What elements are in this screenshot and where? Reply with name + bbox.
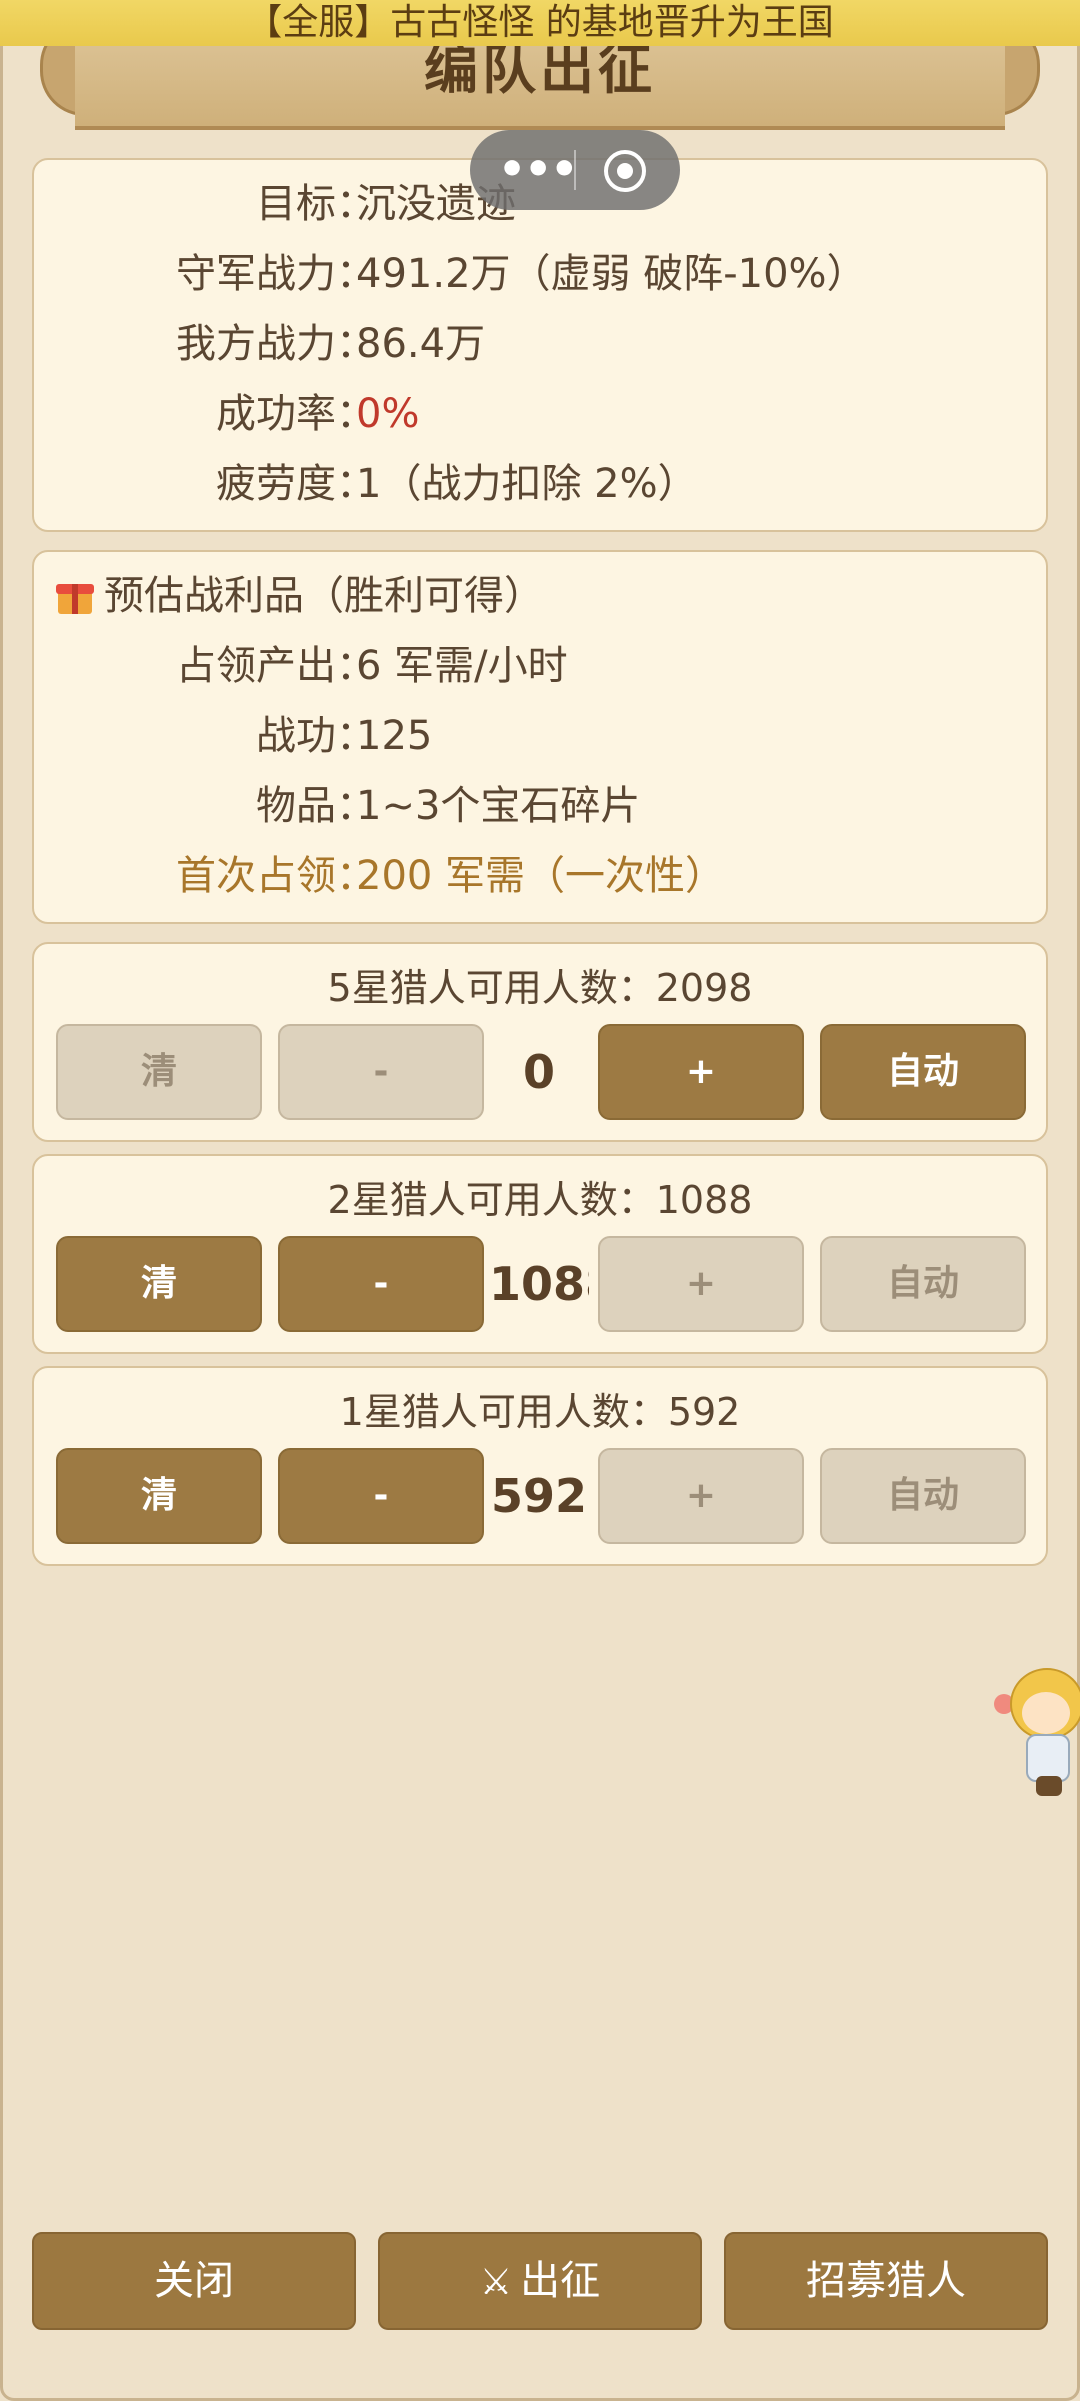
- info-row-our-power: 我方战力： 86.4万: [34, 314, 1046, 374]
- march-button-label: 出征: [520, 2258, 601, 2304]
- info-label: 守军战力：: [176, 251, 376, 297]
- recruit-hunter-button[interactable]: 招募猎人: [724, 2232, 1048, 2330]
- target-close-icon[interactable]: [604, 150, 646, 192]
- info-value: 86.4万: [356, 321, 486, 367]
- mascot-assistant[interactable]: [990, 1668, 1080, 1798]
- loot-row-merit: 战功： 125: [34, 706, 1046, 766]
- info-value: 491.2万（虚弱 破阵-10%）: [356, 251, 867, 297]
- loot-value: 125: [356, 713, 433, 759]
- auto-button[interactable]: 自动: [820, 1236, 1026, 1332]
- mascot-face: [1022, 1692, 1070, 1734]
- loot-row-first-capture: 首次占领： 200 军需（一次性）: [34, 846, 1046, 906]
- info-label: 我方战力：: [176, 321, 376, 367]
- loot-value: 1~3个宝石碎片: [356, 783, 641, 829]
- loot-label: 物品：: [256, 783, 376, 829]
- info-row-fatigue: 疲劳度： 1（战力扣除 2%）: [34, 454, 1046, 514]
- more-dots-icon[interactable]: •••: [498, 130, 578, 210]
- loot-panel: 预估战利品（胜利可得） 占领产出： 6 军需/小时 战功： 125 物品： 1~…: [32, 550, 1048, 924]
- announcement-text: 【全服】古古怪怪 的基地晋升为王国: [246, 2, 834, 43]
- march-button[interactable]: ⚔ 出征: [378, 2232, 702, 2330]
- clear-button[interactable]: 清: [56, 1024, 262, 1120]
- info-label: 成功率：: [216, 391, 376, 437]
- loot-label: 首次占领：: [176, 853, 376, 899]
- minus-button[interactable]: -: [278, 1448, 484, 1544]
- loot-label: 战功：: [256, 713, 376, 759]
- hunter-panel-5star: 5星猎人可用人数：2098 清 - 0 + 自动: [32, 942, 1048, 1142]
- battle-info-panel: 目标： 沉没遗迹 守军战力： 491.2万（虚弱 破阵-10%） 我方战力： 8…: [32, 158, 1048, 532]
- info-label: 目标：: [256, 181, 376, 227]
- plus-button[interactable]: +: [598, 1448, 804, 1544]
- loot-row-output: 占领产出： 6 军需/小时: [34, 636, 1046, 696]
- info-value: 1（战力扣除 2%）: [356, 461, 698, 507]
- loot-label: 占领产出：: [176, 643, 376, 689]
- hunter-count: 1088: [489, 1257, 589, 1311]
- loot-value: 200 军需（一次性）: [356, 853, 726, 899]
- auto-button[interactable]: 自动: [820, 1024, 1026, 1120]
- capsule-divider: [574, 150, 576, 190]
- hunter-count: 0: [522, 1045, 555, 1099]
- info-row-success-rate: 成功率： 0%: [34, 384, 1046, 444]
- crossed-swords-icon: ⚔: [479, 2262, 513, 2303]
- page-title: 编队出征: [424, 38, 656, 101]
- loot-row-items: 物品： 1~3个宝石碎片: [34, 776, 1046, 836]
- plus-button[interactable]: +: [598, 1236, 804, 1332]
- minus-button[interactable]: -: [278, 1236, 484, 1332]
- mascot-body: [1026, 1734, 1070, 1782]
- clear-button[interactable]: 清: [56, 1448, 262, 1544]
- mascot-feet: [1036, 1776, 1062, 1796]
- close-button[interactable]: 关闭: [32, 2232, 356, 2330]
- clear-button[interactable]: 清: [56, 1236, 262, 1332]
- hunter-available-count: 2星猎人可用人数：1088: [327, 1178, 753, 1222]
- hunter-panel-2star: 2星猎人可用人数：1088 清 - 1088 + 自动: [32, 1154, 1048, 1354]
- gift-icon: [56, 578, 94, 614]
- loot-title: 预估战利品（胜利可得）: [56, 566, 544, 626]
- info-label: 疲劳度：: [216, 461, 376, 507]
- hunter-available-count: 1星猎人可用人数：592: [339, 1390, 741, 1434]
- loot-title-text: 预估战利品（胜利可得）: [104, 573, 544, 619]
- minus-button[interactable]: -: [278, 1024, 484, 1120]
- plus-button[interactable]: +: [598, 1024, 804, 1120]
- hunter-available-count: 5星猎人可用人数：2098: [327, 966, 753, 1010]
- hunter-count: 592: [490, 1469, 588, 1523]
- loot-value: 6 军需/小时: [356, 643, 568, 689]
- info-row-defense-power: 守军战力： 491.2万（虚弱 破阵-10%）: [34, 244, 1046, 304]
- miniprogram-capsule: •••: [470, 130, 680, 210]
- success-rate-value: 0%: [356, 391, 420, 437]
- hunter-panel-1star: 1星猎人可用人数：592 清 - 592 + 自动: [32, 1366, 1048, 1566]
- auto-button[interactable]: 自动: [820, 1448, 1026, 1544]
